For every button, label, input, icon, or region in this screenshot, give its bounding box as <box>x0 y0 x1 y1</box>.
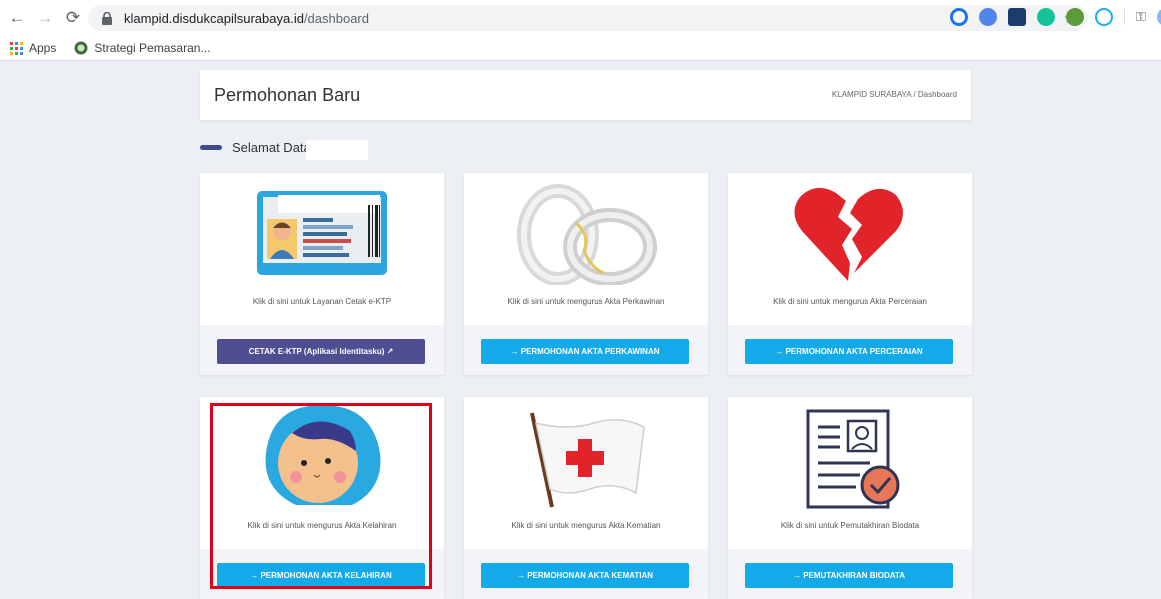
profile-avatar[interactable]: C <box>1156 8 1161 26</box>
broken-heart-icon <box>728 173 972 285</box>
card-footer: → PERMOHONAN AKTA KEMATIAN <box>464 549 708 599</box>
red-cross-flag-icon <box>464 397 708 509</box>
extensions-bar: ⚿ C <box>950 8 1161 26</box>
card-ektp: Klik di sini untuk Layanan Cetak e-KTP C… <box>200 173 444 375</box>
lock-icon <box>102 11 114 25</box>
bookmark-favicon-icon <box>74 41 88 55</box>
greeting: Selamat Data <box>200 140 311 155</box>
highlight-box <box>210 403 432 589</box>
card-footer: → PERMOHONAN AKTA PERCERAIAN <box>728 325 972 375</box>
wedding-rings-icon <box>464 173 708 286</box>
card-description: Klik di sini untuk Pemutakhiran Biodata <box>780 521 920 530</box>
permohonan-akta-perkawinan-button[interactable]: → PERMOHONAN AKTA PERKAWINAN <box>481 339 689 364</box>
address-bar[interactable]: klampid.disdukcapilsurabaya.id/dashboard… <box>88 5 1088 31</box>
page-title: Permohonan Baru <box>214 85 361 105</box>
permohonan-akta-kematian-button[interactable]: → PERMOHONAN AKTA KEMATIAN <box>481 563 689 588</box>
card-pemutakhiran-biodata: Klik di sini untuk Pemutakhiran Biodata … <box>728 397 972 599</box>
greeting-bar <box>200 145 222 150</box>
card-footer: CETAK E-KTP (Aplikasi Identitasku) ↗ <box>200 325 444 375</box>
permohonan-akta-perceraian-button[interactable]: → PERMOHONAN AKTA PERCERAIAN <box>745 339 953 364</box>
card-akta-perkawinan: Klik di sini untuk mengurus Akta Perkawi… <box>464 173 708 375</box>
card-description: Klik di sini untuk mengurus Akta Percera… <box>773 297 927 306</box>
card-description: Klik di sini untuk mengurus Akta Perkawi… <box>507 297 665 306</box>
bookmarks-bar: Apps Strategi Pemasaran... <box>0 36 1161 61</box>
card-footer: → PERMOHONAN AKTA PERKAWINAN <box>464 325 708 375</box>
extension-3-icon[interactable] <box>1008 8 1026 26</box>
ektp-card-icon <box>200 173 444 285</box>
card-footer: → PEMUTAKHIRAN BIODATA <box>728 549 972 599</box>
extension-1-icon[interactable] <box>950 8 968 26</box>
cetak-ektp-button[interactable]: CETAK E-KTP (Aplikasi Identitasku) ↗ <box>217 339 425 364</box>
bookmark-strategi[interactable]: Strategi Pemasaran... <box>74 41 210 55</box>
url-text: klampid.disdukcapilsurabaya.id/dashboard <box>124 10 369 26</box>
card-description: Klik di sini untuk Layanan Cetak e-KTP <box>252 297 392 306</box>
extension-2-icon[interactable] <box>979 8 997 26</box>
card-description: Klik di sini untuk mengurus Akta Kematia… <box>511 521 661 530</box>
back-icon[interactable]: ← <box>6 7 28 29</box>
breadcrumb: KLAMPID SURABAYA / Dashboard <box>831 90 957 99</box>
reload-icon[interactable]: ⟳ <box>62 7 84 29</box>
pemutakhiran-biodata-button[interactable]: → PEMUTAKHIRAN BIODATA <box>745 563 953 588</box>
card-akta-kematian: Klik di sini untuk mengurus Akta Kematia… <box>464 397 708 599</box>
extension-5-icon[interactable] <box>1066 8 1084 26</box>
greeting-text: Selamat Data <box>232 140 311 155</box>
grammarly-icon[interactable] <box>1037 8 1055 26</box>
biodata-document-icon <box>728 397 972 509</box>
key-icon[interactable]: ⚿ <box>1136 9 1146 25</box>
page-header: Permohonan Baru KLAMPID SURABAYA / Dashb… <box>200 70 971 120</box>
apps-grid-icon <box>10 41 23 55</box>
card-akta-perceraian: Klik di sini untuk mengurus Akta Percera… <box>728 173 972 375</box>
greeting-redaction <box>306 140 368 160</box>
bookmark-apps[interactable]: Apps <box>10 41 56 55</box>
bookmark-label: Strategi Pemasaran... <box>94 41 211 55</box>
bookmark-label: Apps <box>29 41 57 55</box>
forward-icon[interactable]: → <box>34 7 56 29</box>
extension-6-icon[interactable] <box>1095 8 1113 26</box>
